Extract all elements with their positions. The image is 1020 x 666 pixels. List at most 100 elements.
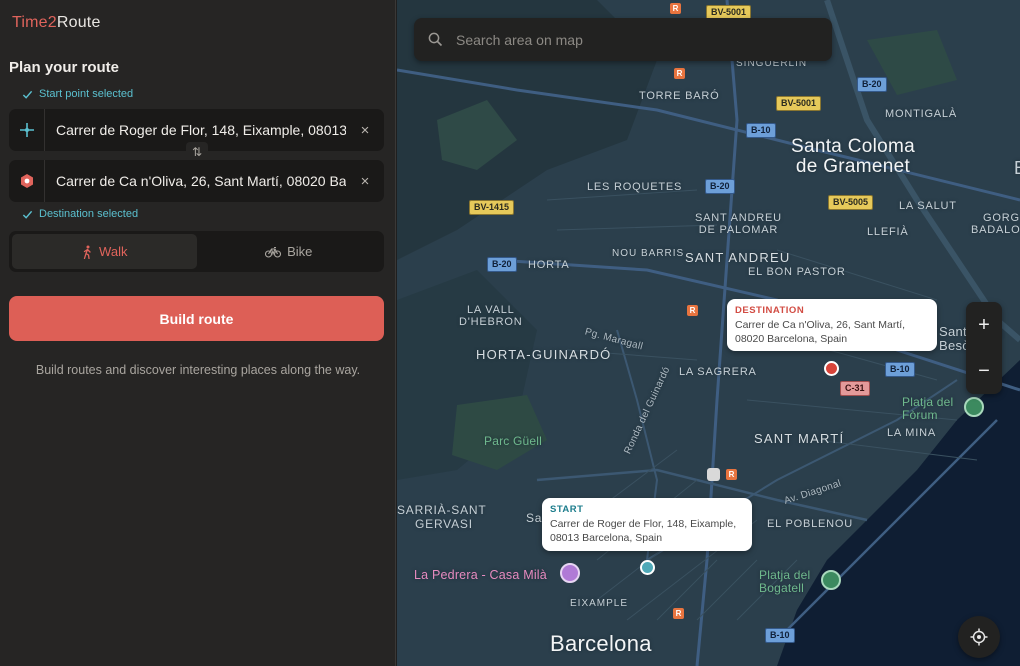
start-status-text: Start point selected [39, 88, 134, 100]
destination-status-text: Destination selected [39, 208, 139, 220]
check-icon [22, 90, 33, 99]
map-label-e-edge: E [1014, 158, 1020, 179]
destination-field[interactable]: Carrer de Ca n'Oliva, 26, Sant Martí, 08… [9, 160, 384, 202]
restaurant-icon[interactable]: R [670, 3, 681, 14]
beach-icon[interactable] [821, 570, 841, 590]
road-shield: B-10 [746, 123, 776, 138]
road-shield: BV-5001 [776, 96, 822, 111]
map-label-badalo: BADALO [971, 224, 1020, 236]
address-line: Carrer de Ca n'Oliva, 26, Sant Martí, [735, 319, 906, 331]
destination-input[interactable]: Carrer de Ca n'Oliva, 26, Sant Martí, 08… [45, 173, 346, 189]
map-label-platja-bogatell: Platja del Bogatell [759, 569, 810, 595]
bike-icon [265, 246, 282, 258]
map-label-la-vall: LA VALL D'HEBRON [459, 304, 523, 328]
mode-bike-label: Bike [287, 244, 313, 259]
start-callout: START Carrer de Roger de Flor, 148, Eixa… [542, 498, 752, 551]
map-label-la-pedrera: La Pedrera - Casa Milà [414, 568, 547, 582]
label-line: SANT ANDREU [695, 212, 782, 224]
route-planner-panel: Time2Route Plan your route Start point s… [0, 0, 396, 666]
locate-me-button[interactable] [958, 616, 1000, 658]
label-line: de Gramenet [795, 156, 911, 177]
train-icon[interactable] [707, 468, 720, 481]
zoom-in-button[interactable]: + [966, 302, 1002, 348]
brand-part-2: Route [56, 14, 101, 31]
map-label-sant-andreu: SANT ANDREU [685, 250, 791, 265]
brand-part-1: Time2 [12, 14, 57, 31]
zoom-control: + − [966, 302, 1002, 394]
restaurant-icon[interactable]: R [674, 68, 685, 79]
label-line: D'HEBRON [459, 316, 523, 328]
start-input[interactable]: Carrer de Roger de Flor, 148, Eixample, … [45, 122, 346, 138]
label-line: Platja del [902, 395, 954, 409]
map-search-input[interactable]: Search area on map [456, 32, 583, 48]
destination-status: Destination selected [22, 208, 138, 220]
map-label-la-mina: LA MINA [887, 427, 937, 439]
brand-logo[interactable]: Time2Route [12, 14, 101, 32]
road-shield: B-20 [487, 257, 517, 272]
label-line: Platja del [759, 568, 811, 582]
map-label-barcelona: Barcelona [550, 631, 652, 656]
search-icon [414, 32, 456, 47]
map-label-sant-andreu-palomar: SANT ANDREU DE PALOMAR [695, 212, 782, 236]
map-label-sarria: SARRIÀ-SANT GERVASI [397, 503, 486, 531]
road-shield: C-31 [840, 381, 870, 396]
start-crosshair-icon [9, 109, 45, 151]
mode-walk[interactable]: Walk [12, 234, 197, 269]
destination-callout-address: Carrer de Ca n'Oliva, 26, Sant Martí, 08… [735, 318, 929, 346]
map-label-nou-barris: NOU BARRIS [612, 248, 685, 259]
start-marker[interactable] [640, 560, 655, 575]
label-line: LA VALL [466, 304, 515, 316]
destination-marker[interactable] [824, 361, 839, 376]
road-shield: B-20 [857, 77, 887, 92]
map-label-montigala: MONTIGALÀ [885, 108, 957, 120]
beach-icon[interactable] [964, 397, 984, 417]
label-line: Fòrum [902, 408, 938, 422]
road-shield: BV-5005 [828, 195, 874, 210]
destination-callout: DESTINATION Carrer de Ca n'Oliva, 26, Sa… [727, 299, 937, 351]
swap-icon[interactable]: ⇅ [186, 142, 208, 162]
road-shield: BV-1415 [469, 200, 515, 215]
map-label-santa-coloma: Santa Coloma de Gramenet [791, 137, 915, 177]
build-route-button[interactable]: Build route [9, 296, 384, 341]
map-label-sant-marti: SANT MARTÍ [754, 431, 845, 446]
map-search-bar[interactable]: Search area on map [414, 18, 832, 61]
address-line: 08013 Barcelona, Spain [550, 532, 663, 544]
label-line: DE PALOMAR [698, 224, 779, 236]
check-icon [22, 210, 33, 219]
map-label-sa: Sa [526, 511, 543, 525]
label-line: SARRIÀ-SANT [397, 503, 487, 517]
panel-hint: Build routes and discover interesting pl… [35, 363, 361, 377]
restaurant-icon[interactable]: R [687, 305, 698, 316]
map-label-gorg: GORG [983, 212, 1020, 224]
restaurant-icon[interactable]: R [673, 608, 684, 619]
walk-icon [83, 245, 91, 259]
road-shield: B-10 [885, 362, 915, 377]
clear-destination-button[interactable]: × [346, 173, 384, 190]
crosshair-icon [970, 628, 988, 646]
map-view[interactable]: Santa Coloma de Gramenet Barcelona SINGUE… [397, 0, 1020, 666]
destination-callout-title: DESTINATION [735, 305, 805, 316]
map-label-el-poblenou: EL POBLENOU [767, 518, 854, 530]
destination-pin-icon [9, 160, 45, 202]
map-label-parc-guell: Parc Güell [484, 434, 543, 448]
mode-bike[interactable]: Bike [197, 234, 382, 269]
label-line: Bogatell [759, 581, 804, 595]
road-shield: B-20 [705, 179, 735, 194]
zoom-out-button[interactable]: − [966, 348, 1002, 394]
map-label-eixample: EIXAMPLE [570, 598, 629, 609]
address-line: 08020 Barcelona, Spain [735, 333, 848, 345]
map-label-les-roquetes: LES ROQUETES [587, 181, 683, 193]
map-label-platja-forum: Platja del Fòrum [902, 396, 953, 422]
restaurant-icon[interactable]: R [726, 469, 737, 480]
museum-icon[interactable] [560, 563, 580, 583]
map-label-llefia: LLEFIÀ [867, 226, 909, 238]
clear-start-button[interactable]: × [346, 122, 384, 139]
start-callout-title: START [550, 504, 584, 515]
map-label-torre-baro: TORRE BARÓ [639, 90, 720, 102]
address-line: Carrer de Roger de Flor, 148, Eixample, [550, 518, 737, 530]
label-line: GERVASI [415, 517, 473, 531]
panel-title: Plan your route [9, 59, 120, 76]
travel-mode-toggle: Walk Bike [9, 231, 384, 272]
start-callout-address: Carrer de Roger de Flor, 148, Eixample, … [550, 517, 744, 545]
map-label-horta-guinardo: HORTA-GUINARDÓ [476, 347, 612, 362]
